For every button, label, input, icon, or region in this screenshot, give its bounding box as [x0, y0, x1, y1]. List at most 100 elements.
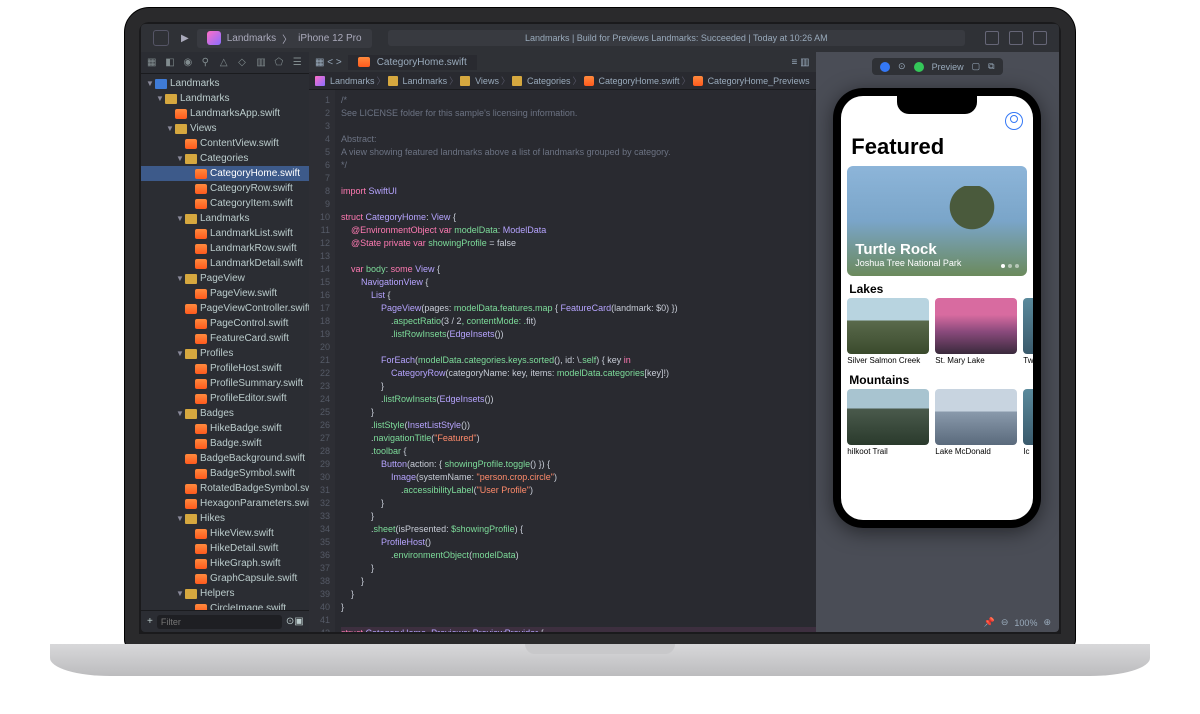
navigator-tabs[interactable]: ▦ ◧ ◉ ⚲ △ ◇ ▥ ⬠ ☰: [141, 52, 309, 74]
file-row[interactable]: ▼Profiles: [141, 346, 309, 361]
file-tree[interactable]: ▼Landmarks▼LandmarksLandmarksApp.swift▼V…: [141, 74, 309, 610]
category-row[interactable]: Silver Salmon CreekSt. Mary Lake Twin L: [841, 298, 1033, 367]
jumpbar-segment[interactable]: Landmarks: [330, 76, 375, 86]
scheme-selector[interactable]: Landmarks 〉 iPhone 12 Pro: [197, 29, 372, 48]
file-row[interactable]: ▼Landmarks: [141, 211, 309, 226]
file-row[interactable]: PageView.swift: [141, 286, 309, 301]
jump-bar[interactable]: Landmarks〉Landmarks〉Views〉Categories〉Cat…: [309, 72, 816, 90]
plus-icon[interactable]: [985, 31, 999, 45]
source-code[interactable]: /* See LICENSE folder for this sample's …: [335, 90, 816, 632]
file-row[interactable]: CircleImage.swift: [141, 601, 309, 610]
file-label: Categories: [200, 153, 248, 164]
page-dots[interactable]: [1001, 264, 1019, 268]
sidebar-toggle-icon[interactable]: [153, 30, 169, 46]
category-item[interactable]: Ic: [1023, 389, 1033, 458]
file-label: Profiles: [200, 348, 233, 359]
file-row[interactable]: ProfileSummary.swift: [141, 376, 309, 391]
file-row[interactable]: ▼Hikes: [141, 511, 309, 526]
filter-input[interactable]: [157, 615, 282, 629]
category-item[interactable]: St. Mary Lake: [935, 298, 1017, 367]
file-label: LandmarksApp.swift: [190, 108, 280, 119]
swift-icon: [195, 319, 207, 329]
preview-zoom[interactable]: 📌 ⊖ 100% ⊕: [984, 617, 1051, 628]
item-caption: Ic: [1023, 445, 1033, 458]
symbol-icon[interactable]: ◉: [183, 57, 193, 69]
editor-options-icon[interactable]: ≡ ▥: [786, 57, 816, 68]
file-row[interactable]: GraphCapsule.swift: [141, 571, 309, 586]
file-row[interactable]: LandmarkRow.swift: [141, 241, 309, 256]
debug-icon[interactable]: ▥: [256, 57, 266, 69]
swift-icon: [195, 289, 207, 299]
breakpoint-icon[interactable]: ⬠: [275, 57, 285, 69]
category-item[interactable]: Lake McDonald: [935, 389, 1017, 458]
category-item[interactable]: Silver Salmon Creek: [847, 298, 929, 367]
file-row[interactable]: HikeBadge.swift: [141, 421, 309, 436]
file-row[interactable]: BadgeSymbol.swift: [141, 466, 309, 481]
featured-hero[interactable]: Turtle Rock Joshua Tree National Park: [847, 166, 1027, 276]
file-row[interactable]: Badge.swift: [141, 436, 309, 451]
app-preview[interactable]: Featured Turtle Rock Joshua Tree Nationa…: [841, 96, 1033, 520]
device-icon[interactable]: ▢: [972, 61, 981, 72]
file-row[interactable]: ContentView.swift: [141, 136, 309, 151]
jumpbar-segment[interactable]: CategoryHome_Previews: [708, 76, 810, 86]
folder-icon[interactable]: ▦: [147, 57, 157, 69]
filter-scope-icon[interactable]: ⊙▣: [286, 616, 304, 627]
file-row[interactable]: ▼Categories: [141, 151, 309, 166]
run-button[interactable]: ▶: [181, 33, 189, 44]
add-icon[interactable]: +: [147, 616, 153, 627]
jumpbar-segment[interactable]: Categories: [527, 76, 571, 86]
related-items-icon[interactable]: ▦ < >: [309, 57, 348, 68]
file-row[interactable]: ProfileEditor.swift: [141, 391, 309, 406]
file-row[interactable]: HexagonParameters.swift: [141, 496, 309, 511]
category-row[interactable]: hilkoot TrailLake McDonald Ic: [841, 389, 1033, 458]
file-row[interactable]: CategoryItem.swift: [141, 196, 309, 211]
profile-icon[interactable]: [1005, 112, 1023, 130]
file-row[interactable]: FeatureCard.swift: [141, 331, 309, 346]
library-icon[interactable]: [1009, 31, 1023, 45]
pin-preview-icon[interactable]: 📌: [984, 617, 995, 628]
duplicate-icon[interactable]: ⧉: [988, 61, 994, 72]
category-item[interactable]: hilkoot Trail: [847, 389, 929, 458]
file-row[interactable]: ▼PageView: [141, 271, 309, 286]
report-icon[interactable]: ☰: [293, 57, 303, 69]
category-item[interactable]: Twin L: [1023, 298, 1033, 367]
file-row[interactable]: ▼Helpers: [141, 586, 309, 601]
file-row[interactable]: LandmarkDetail.swift: [141, 256, 309, 271]
jumpbar-segment[interactable]: Landmarks: [403, 76, 448, 86]
jumpbar-segment[interactable]: CategoryHome.swift: [599, 76, 680, 86]
file-row[interactable]: PageViewController.swift: [141, 301, 309, 316]
swift-icon: [195, 379, 207, 389]
file-row[interactable]: PageControl.swift: [141, 316, 309, 331]
file-label: BadgeBackground.swift: [200, 453, 305, 464]
file-row[interactable]: HikeDetail.swift: [141, 541, 309, 556]
editor-tabbar[interactable]: ▦ < > CategoryHome.swift ≡ ▥: [309, 52, 816, 72]
test-icon[interactable]: ◇: [238, 57, 248, 69]
swift-icon: [358, 57, 370, 67]
jumpbar-segment[interactable]: Views: [475, 76, 499, 86]
file-row[interactable]: BadgeBackground.swift: [141, 451, 309, 466]
inspector-toggle-icon[interactable]: [1033, 31, 1047, 45]
zoom-out-icon[interactable]: ⊖: [1001, 617, 1009, 628]
category-header: Mountains: [841, 367, 1033, 389]
line-gutter[interactable]: 1234567891011121314151617181920212223242…: [309, 90, 335, 632]
file-row[interactable]: HikeView.swift: [141, 526, 309, 541]
file-row[interactable]: LandmarkList.swift: [141, 226, 309, 241]
find-icon[interactable]: ⚲: [202, 57, 212, 69]
scm-icon[interactable]: ◧: [165, 57, 175, 69]
file-row[interactable]: CategoryRow.swift: [141, 181, 309, 196]
file-row[interactable]: CategoryHome.swift: [141, 166, 309, 181]
zoom-in-icon[interactable]: ⊕: [1043, 617, 1051, 628]
preview-toolbar[interactable]: ⊙ Preview ▢ ⧉: [872, 58, 1003, 75]
file-row[interactable]: RotatedBadgeSymbol.swift: [141, 481, 309, 496]
file-row[interactable]: ProfileHost.swift: [141, 361, 309, 376]
file-row[interactable]: LandmarksApp.swift: [141, 106, 309, 121]
file-row[interactable]: HikeGraph.swift: [141, 556, 309, 571]
pin-icon[interactable]: ⊙: [898, 61, 906, 72]
file-row[interactable]: ▼Views: [141, 121, 309, 136]
live-preview-icon[interactable]: [880, 62, 890, 72]
file-row[interactable]: ▼Landmarks: [141, 76, 309, 91]
file-row[interactable]: ▼Badges: [141, 406, 309, 421]
file-row[interactable]: ▼Landmarks: [141, 91, 309, 106]
editor-tab[interactable]: CategoryHome.swift: [348, 55, 477, 70]
issue-icon[interactable]: △: [220, 57, 230, 69]
